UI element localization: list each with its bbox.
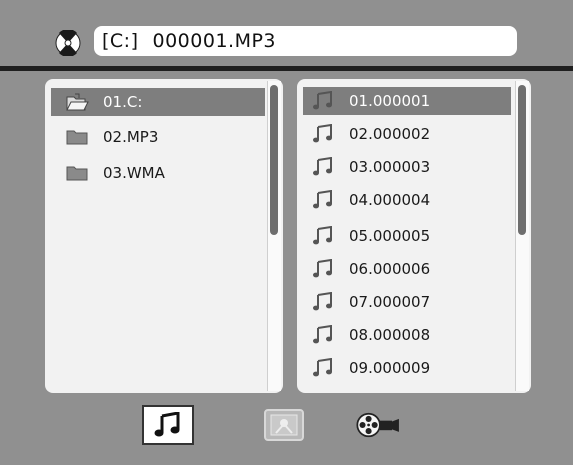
file-label: 03.000003 [349,158,431,176]
folder-item-mp3[interactable]: 02.MP3 [51,123,265,151]
file-item[interactable]: 02.000002 [303,120,511,148]
folder-label: 02.MP3 [103,128,159,146]
file-label: 02.000002 [349,125,431,143]
music-note-icon [311,157,335,177]
tab-movie[interactable] [353,405,405,445]
file-label: 01.000001 [349,92,431,110]
music-note-icon [311,190,335,210]
folder-scrollbar-thumb[interactable] [270,85,278,235]
disc-icon [55,30,81,56]
folder-item-c[interactable]: 01.C: [51,88,265,116]
music-note-icon [311,292,335,312]
file-label: 09.000009 [349,359,431,377]
folder-panel: 01.C: 02.MP3 03.WMA [45,79,283,393]
file-label: 07.000007 [349,293,431,311]
tab-music[interactable] [142,405,194,445]
current-file-label: 000001.MP3 [152,30,277,52]
music-note-icon [311,325,335,345]
folder-label: 01.C: [103,93,143,111]
file-item[interactable]: 03.000003 [303,153,511,181]
folder-label: 03.WMA [103,164,165,182]
tab-photo[interactable] [258,405,310,445]
file-item[interactable]: 06.000006 [303,255,511,283]
file-label: 05.000005 [349,227,431,245]
photo-icon [264,409,304,441]
open-folder-icon [65,92,89,112]
file-scrollbar-thumb[interactable] [518,85,526,235]
file-label: 06.000006 [349,260,431,278]
music-note-icon [311,91,335,111]
path-bar: [C:] 000001.MP3 [94,26,517,56]
folder-icon [65,127,89,147]
file-item[interactable]: 04.000004 [303,186,511,214]
music-note-icon [311,259,335,279]
drive-label: [C:] [102,30,139,52]
media-browser-screen: [C:] 000001.MP3 01.C: 02.MP3 03.WMA 01.0… [0,0,573,465]
file-panel: 01.000001 02.000002 03.000003 04.000004 … [297,79,531,393]
file-item[interactable]: 05.000005 [303,222,511,250]
file-item[interactable]: 07.000007 [303,288,511,316]
folder-item-wma[interactable]: 03.WMA [51,159,265,187]
music-note-icon [311,124,335,144]
header-divider [0,66,573,71]
folder-scrollbar[interactable] [267,81,281,391]
header: [C:] 000001.MP3 [0,0,573,66]
music-note-icon [154,412,180,437]
file-item[interactable]: 09.000009 [303,354,511,382]
file-label: 08.000008 [349,326,431,344]
file-item[interactable]: 01.000001 [303,87,511,115]
file-label: 04.000004 [349,191,431,209]
file-scrollbar[interactable] [515,81,529,391]
music-note-icon [311,226,335,246]
file-item[interactable]: 08.000008 [303,321,511,349]
film-reel-icon [356,412,399,438]
folder-icon [65,163,89,183]
music-note-icon [311,358,335,378]
